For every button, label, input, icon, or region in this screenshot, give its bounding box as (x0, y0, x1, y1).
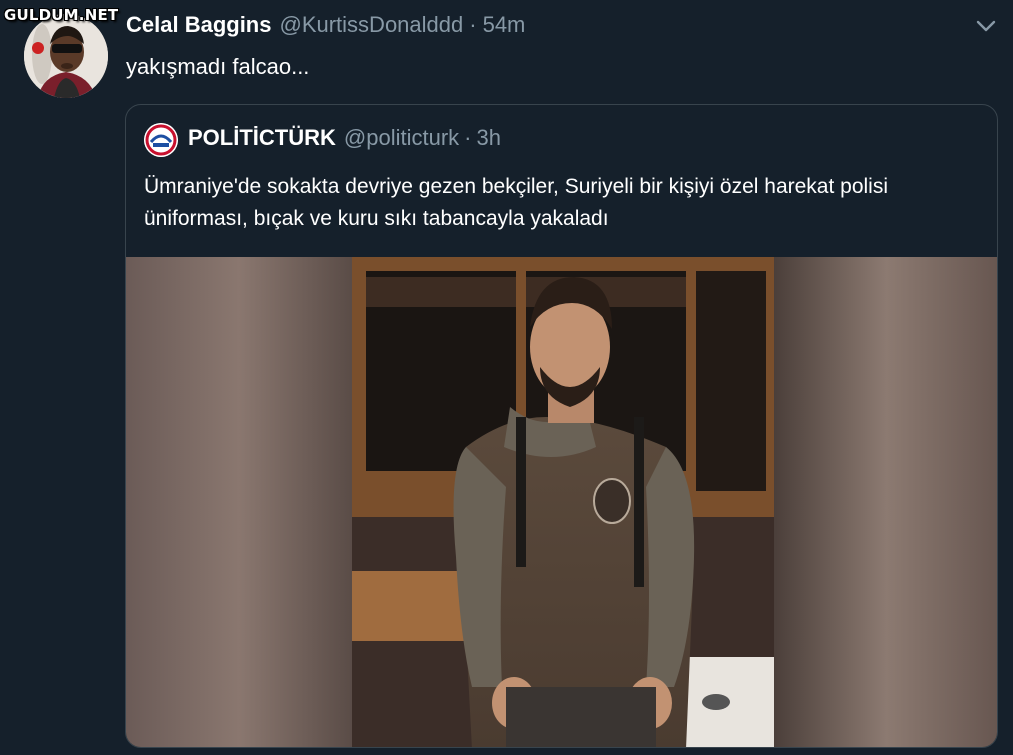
chevron-down-icon[interactable] (972, 14, 1000, 38)
quoted-separator-dot: · (464, 125, 472, 150)
tweet-header: Celal Baggins @KurtissDonalddd · 54m (126, 12, 525, 42)
watermark: GULDUM.NET (4, 6, 119, 24)
quoted-timestamp[interactable]: 3h (476, 125, 500, 151)
quoted-display-name[interactable]: POLİTİCTÜRK (188, 125, 336, 151)
tweet-text: yakışmadı falcao... (126, 54, 310, 79)
avatar[interactable] (24, 14, 108, 98)
quoted-tweet-text: Ümraniye'de sokakta devriye gezen bekçil… (144, 175, 889, 230)
tweet-page: GULDUM.NET Celal Baggins @KurtissDonaldd… (0, 0, 1013, 755)
quoted-handle[interactable]: @politicturk (344, 125, 459, 151)
author-handle[interactable]: @KurtissDonalddd (279, 12, 463, 38)
quoted-header: POLİTİCTÜRK @politicturk · 3h (188, 125, 501, 151)
author-display-name[interactable]: Celal Baggins (126, 12, 271, 38)
separator-dot: · (469, 12, 477, 37)
quoted-media-photo[interactable] (126, 257, 997, 747)
quoted-tweet-card[interactable]: POLİTİCTÜRK @politicturk · 3h Ümraniye'd… (125, 104, 998, 748)
quoted-avatar[interactable] (144, 123, 178, 157)
tweet-timestamp[interactable]: 54m (483, 12, 526, 38)
